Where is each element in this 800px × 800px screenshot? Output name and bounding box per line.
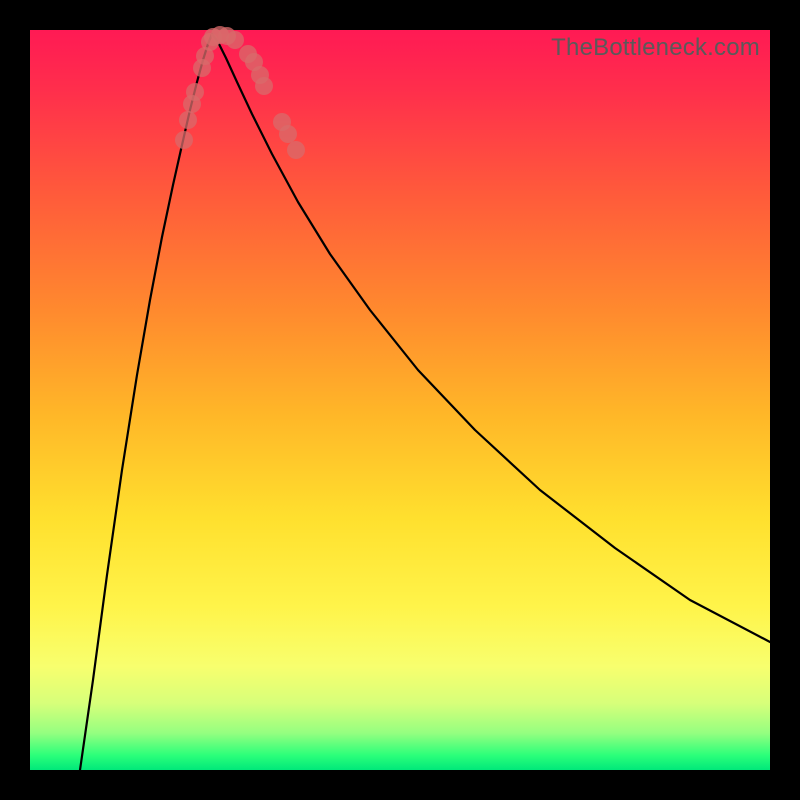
data-marker <box>175 131 193 149</box>
chart-svg <box>30 30 770 770</box>
data-marker <box>255 77 273 95</box>
data-marker <box>279 125 297 143</box>
plot-area: TheBottleneck.com <box>30 30 770 770</box>
curve-right-arm <box>212 34 770 642</box>
outer-frame: TheBottleneck.com <box>0 0 800 800</box>
scatter-markers <box>175 26 305 159</box>
data-marker <box>179 111 197 129</box>
data-marker <box>186 83 204 101</box>
data-marker <box>287 141 305 159</box>
data-marker <box>226 31 244 49</box>
curve-left-arm <box>80 34 212 770</box>
